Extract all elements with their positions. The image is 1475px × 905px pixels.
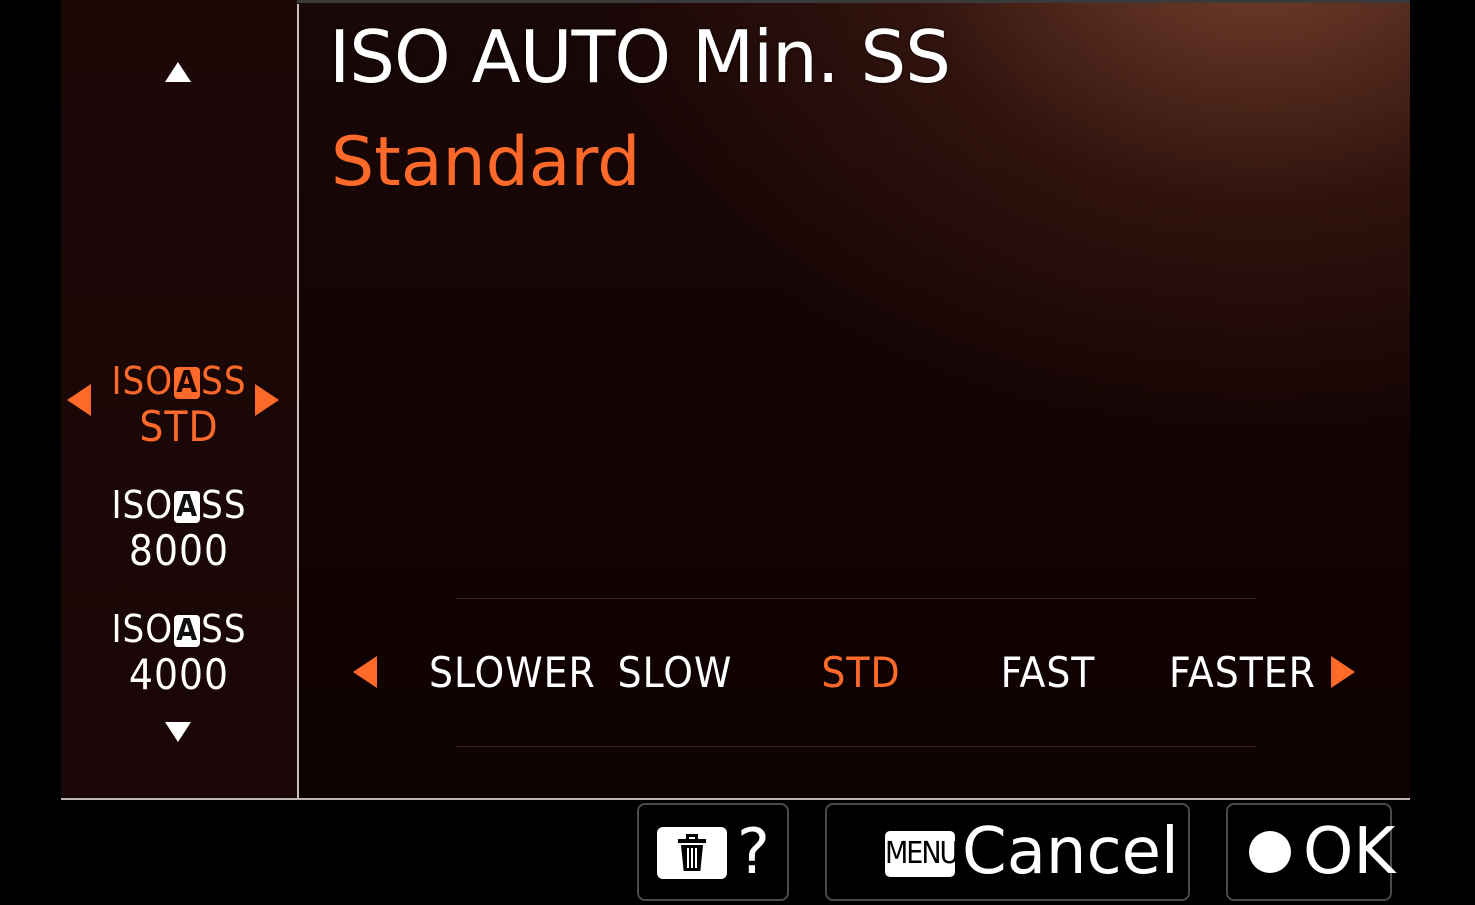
center-button-icon xyxy=(1249,831,1291,873)
ss-suffix: SS xyxy=(201,483,247,527)
cancel-button[interactable]: MENU Cancel xyxy=(825,803,1190,901)
delete-help-button[interactable]: ? xyxy=(637,803,789,901)
iso-prefix: ISO xyxy=(111,607,174,651)
auto-badge-icon: A xyxy=(174,367,201,399)
scale-option-slower[interactable]: SLOWER xyxy=(429,646,595,700)
help-icon: ? xyxy=(737,815,770,888)
sidebar-item-value: 8000 xyxy=(128,526,230,575)
scale-left-arrow-icon[interactable] xyxy=(353,656,377,688)
iso-prefix: ISO xyxy=(111,359,174,403)
auto-badge-icon: A xyxy=(174,491,201,523)
menu-icon: MENU xyxy=(885,831,955,877)
scroll-up-icon[interactable] xyxy=(165,62,191,82)
bottom-rule xyxy=(61,798,1410,800)
sidebar-item-std[interactable]: ISO ASS STD xyxy=(61,358,297,450)
sidebar-item-value: 4000 xyxy=(128,650,230,699)
scale-top-line xyxy=(456,598,1256,599)
scale-option-slow[interactable]: SLOW xyxy=(613,646,737,700)
ss-suffix: SS xyxy=(201,607,247,651)
sidebar-item-4000[interactable]: ISO ASS 4000 xyxy=(61,606,297,698)
page-title: ISO AUTO Min. SS xyxy=(329,15,951,99)
sidebar-item-label: ISO ASS xyxy=(61,482,297,528)
trash-icon xyxy=(657,827,727,879)
selected-value: Standard xyxy=(331,123,641,202)
scroll-down-icon[interactable] xyxy=(165,722,191,742)
iso-prefix: ISO xyxy=(111,483,174,527)
scale-option-std[interactable]: STD xyxy=(813,646,909,700)
scale-bottom-line xyxy=(456,746,1256,747)
sidebar-divider xyxy=(297,4,299,800)
cancel-label: Cancel xyxy=(962,815,1179,889)
scale-option-faster[interactable]: FASTER xyxy=(1169,646,1315,700)
sidebar-item-label: ISO ASS xyxy=(61,358,297,404)
ok-button[interactable]: OK xyxy=(1226,803,1396,901)
ss-suffix: SS xyxy=(201,359,247,403)
sidebar-item-8000[interactable]: ISO ASS 8000 xyxy=(61,482,297,574)
scale-option-fast[interactable]: FAST xyxy=(993,646,1103,700)
camera-menu-screen: ISO ASS STD ISO ASS 8000 ISO ASS 4000 ISO A… xyxy=(61,0,1410,800)
auto-badge-icon: A xyxy=(174,615,201,647)
sidebar-item-value: STD xyxy=(139,402,219,451)
scale-right-arrow-icon[interactable] xyxy=(1331,656,1355,688)
ok-label: OK xyxy=(1303,815,1396,889)
sidebar: ISO ASS STD ISO ASS 8000 ISO ASS 4000 xyxy=(61,0,297,800)
sidebar-item-label: ISO ASS xyxy=(61,606,297,652)
